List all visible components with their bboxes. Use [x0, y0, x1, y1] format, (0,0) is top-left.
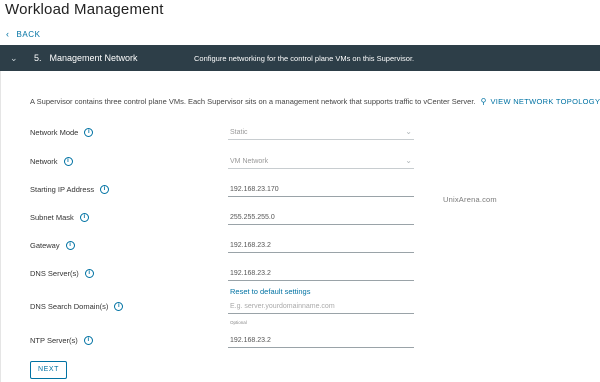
page-title: Workload Management [5, 1, 164, 18]
dns-search-label-text: DNS Search Domain(s) [30, 302, 109, 311]
step-number: 5. [34, 53, 42, 63]
dns-search-row: DNS Search Domain(s) i E.g. server.yourd… [30, 300, 590, 325]
network-topology-icon[interactable]: ⚲ [481, 97, 487, 106]
subnet-mask-input[interactable]: 255.255.255.0 [228, 211, 414, 225]
network-mode-value: Static [230, 129, 248, 136]
intro-description: A Supervisor contains three control plan… [30, 97, 476, 106]
step-title: 5. Management Network [34, 53, 194, 63]
ntp-servers-label: NTP Server(s) i [30, 336, 93, 345]
step-description: Configure networking for the control pla… [194, 53, 415, 63]
info-icon[interactable]: i [65, 241, 75, 250]
chevron-down-icon[interactable]: ⌄ [10, 53, 28, 64]
view-network-topology-link[interactable]: VIEW NETWORK TOPOLOGY [490, 97, 600, 106]
starting-ip-input[interactable]: 192.168.23.170 [228, 183, 414, 197]
gateway-row: Gateway i 192.168.23.2 [30, 239, 590, 255]
subnet-mask-row: Subnet Mask i 255.255.255.0 [30, 211, 590, 227]
network-mode-select[interactable]: Static ⌄ [228, 126, 414, 140]
back-label: BACK [16, 30, 41, 39]
network-mode-label: Network Mode i [30, 128, 94, 137]
info-icon[interactable]: i [84, 269, 94, 278]
network-value: VM Network [230, 158, 269, 165]
info-icon[interactable]: i [84, 128, 94, 137]
chevron-down-icon: ⌄ [405, 156, 412, 165]
gateway-input[interactable]: 192.168.23.2 [228, 239, 414, 253]
dns-search-label: DNS Search Domain(s) i [30, 302, 124, 311]
back-link[interactable]: ‹ BACK [6, 29, 41, 39]
starting-ip-row: Starting IP Address i 192.168.23.170 [30, 183, 590, 199]
network-select[interactable]: VM Network ⌄ [228, 155, 414, 169]
dns-servers-label: DNS Server(s) i [30, 269, 94, 278]
dns-servers-label-text: DNS Server(s) [30, 269, 79, 278]
next-button[interactable]: NEXT [30, 361, 67, 379]
subnet-mask-label-text: Subnet Mask [30, 213, 74, 222]
starting-ip-label: Starting IP Address i [30, 185, 110, 194]
intro-text: A Supervisor contains three control plan… [30, 97, 600, 106]
network-label-text: Network [30, 157, 58, 166]
dns-search-input[interactable]: E.g. server.yourdomainname.com [228, 300, 414, 314]
step-header[interactable]: ⌄ 5. Management Network Configure network… [0, 45, 600, 71]
subnet-mask-label: Subnet Mask i [30, 213, 89, 222]
ntp-servers-label-text: NTP Server(s) [30, 336, 78, 345]
gateway-label: Gateway i [30, 241, 75, 250]
chevron-down-icon: ⌄ [405, 127, 412, 136]
network-row: Network i VM Network ⌄ [30, 155, 590, 171]
ntp-servers-input[interactable]: 192.168.23.2 [228, 334, 414, 348]
info-icon[interactable]: i [100, 185, 110, 194]
network-mode-row: Network Mode i Static ⌄ [30, 126, 590, 142]
reset-to-default-link[interactable]: Reset to default settings [230, 287, 310, 296]
info-icon[interactable]: i [79, 213, 89, 222]
step-name: Management Network [49, 53, 138, 63]
dns-servers-input[interactable]: 192.168.23.2 [228, 267, 414, 281]
network-label: Network i [30, 157, 73, 166]
network-mode-label-text: Network Mode [30, 128, 79, 137]
ntp-servers-row: NTP Server(s) i 192.168.23.2 [30, 334, 590, 350]
starting-ip-label-text: Starting IP Address [30, 185, 95, 194]
dns-servers-row: DNS Server(s) i 192.168.23.2 Reset to de… [30, 267, 590, 296]
gateway-label-text: Gateway [30, 241, 60, 250]
info-icon[interactable]: i [114, 302, 124, 311]
watermark: UnixArena.com [443, 195, 497, 204]
info-icon[interactable]: i [83, 336, 93, 345]
optional-hint: Optional [230, 320, 247, 325]
chevron-left-icon: ‹ [6, 29, 10, 39]
info-icon[interactable]: i [63, 157, 73, 166]
